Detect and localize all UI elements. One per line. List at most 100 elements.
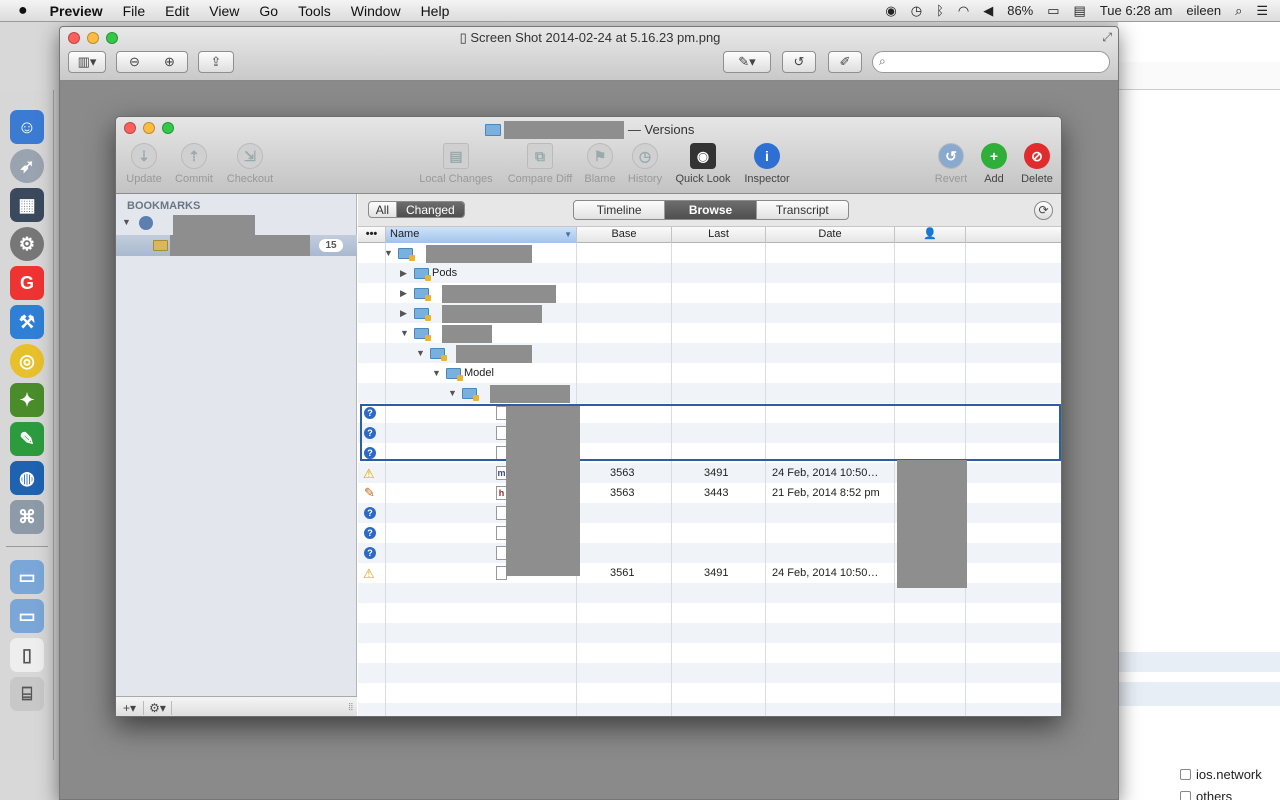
spotlight-icon[interactable]: ⌕	[1228, 3, 1249, 19]
time-machine-icon[interactable]: ◷	[904, 3, 929, 19]
edit-button[interactable]: ✐	[828, 51, 862, 73]
system-preferences-icon[interactable]: ⚙	[10, 227, 44, 261]
zoom-in-icon[interactable]: ⊕	[164, 54, 175, 70]
gear-icon[interactable]: ⚙▾	[144, 700, 172, 715]
checkbox-icon[interactable]	[1180, 791, 1191, 800]
folder-icon[interactable]: ▭	[10, 560, 44, 594]
author-column-header[interactable]: 👤	[895, 227, 966, 243]
folder-icon	[430, 348, 447, 361]
local-changes-button[interactable]: ▤ Local Changes	[416, 143, 496, 185]
versions-app-icon[interactable]: ✦	[10, 383, 44, 417]
name-column-header[interactable]: Name ▼	[386, 227, 577, 243]
annotate-button[interactable]: ✎▾	[723, 51, 771, 73]
volume-icon[interactable]: ◀	[976, 3, 1000, 19]
add-bookmark-button[interactable]: +▾	[116, 700, 144, 715]
quick-look-button[interactable]: ◉ Quick Look	[669, 143, 737, 185]
folder-icon[interactable]: ▭	[10, 599, 44, 633]
checkbox-icon[interactable]	[1180, 769, 1191, 780]
chrome-icon[interactable]: ◎	[10, 344, 44, 378]
disclosure-triangle-icon[interactable]: ▼	[400, 323, 409, 343]
folder-icon	[398, 248, 415, 261]
checkout-button[interactable]: ⇲ Checkout	[220, 143, 280, 185]
disclosure-triangle-icon[interactable]: ▶	[400, 303, 407, 323]
refresh-icon[interactable]: ⟳	[1034, 201, 1053, 220]
background-toolbar	[1118, 62, 1280, 90]
actions-column-header[interactable]: •••	[358, 227, 386, 243]
table-row[interactable]: ▼	[358, 243, 1061, 263]
notification-center-icon[interactable]: ☰	[1249, 3, 1280, 19]
tab-timeline[interactable]: Timeline	[574, 201, 666, 219]
table-row[interactable]: ▶	[358, 283, 1061, 303]
history-button[interactable]: ◷ History	[619, 143, 671, 185]
menu-go[interactable]: Go	[249, 3, 288, 19]
tab-browse[interactable]: Browse	[665, 201, 757, 219]
photos-app-icon[interactable]: ⌘	[10, 500, 44, 534]
table-row[interactable]: ▶ Pods	[358, 263, 1061, 283]
launchpad-icon[interactable]: ➶	[10, 149, 44, 183]
finder-icon[interactable]: ☺	[10, 110, 44, 144]
preview-app-icon[interactable]: ◍	[10, 461, 44, 495]
tab-transcript[interactable]: Transcript	[757, 201, 848, 219]
mission-control-icon[interactable]: ▦	[10, 188, 44, 222]
resize-handle[interactable]: ⦙⦙	[349, 702, 353, 713]
share-button[interactable]: ⇪	[198, 51, 234, 73]
user-name[interactable]: eileen	[1179, 3, 1228, 18]
menu-file[interactable]: File	[113, 3, 156, 19]
trash-icon[interactable]: ⌸	[10, 677, 44, 711]
app-g-icon[interactable]: G	[10, 266, 44, 300]
table-row[interactable]: ?	[358, 423, 1061, 443]
filter-changed[interactable]: Changed	[396, 202, 464, 217]
app-menu[interactable]: Preview	[40, 3, 113, 19]
disclosure-triangle-icon[interactable]: ▶	[400, 283, 407, 303]
compare-diff-icon: ⧉	[527, 143, 553, 169]
disclosure-triangle-icon[interactable]: ▼	[122, 217, 131, 227]
sidebar-toggle-button[interactable]: ▥▾	[68, 51, 106, 73]
table-row[interactable]: ?	[358, 403, 1061, 423]
base-column-header[interactable]: Base	[577, 227, 672, 243]
table-row[interactable]: ▼	[358, 343, 1061, 363]
fullscreen-icon[interactable]: ⤢	[1102, 30, 1112, 45]
clock[interactable]: Tue 6:28 am	[1093, 3, 1180, 18]
menu-window[interactable]: Window	[341, 3, 411, 19]
gear-label: ⚙	[149, 700, 160, 715]
table-row[interactable]: ▼	[358, 323, 1061, 343]
table-row[interactable]: ▶	[358, 303, 1061, 323]
disclosure-triangle-icon[interactable]: ▶	[400, 263, 407, 283]
table-row[interactable]: ▼	[358, 383, 1061, 403]
delete-button[interactable]: ⊘ Delete	[1010, 143, 1061, 185]
flag-icon[interactable]: ▤	[1067, 3, 1093, 19]
zoom-out-icon[interactable]: ⊖	[129, 54, 140, 70]
ios-network-option[interactable]: ios.network	[1180, 767, 1262, 782]
repository-icon	[139, 216, 153, 230]
view-segmented-control[interactable]: Timeline Browse Transcript	[573, 200, 849, 220]
menu-tools[interactable]: Tools	[288, 3, 341, 19]
battery-icon[interactable]: ▭	[1040, 3, 1066, 19]
commit-button[interactable]: ⇡ Commit	[164, 143, 224, 185]
battery-percent[interactable]: 86%	[1000, 3, 1040, 18]
zoom-controls[interactable]: ⊖ ⊕	[116, 51, 188, 73]
bluetooth-icon[interactable]: ᛒ	[929, 3, 951, 18]
date-column-header[interactable]: Date	[766, 227, 895, 243]
document-icon[interactable]: ▯	[10, 638, 44, 672]
xcode-icon[interactable]: ⚒	[10, 305, 44, 339]
evernote-status-icon[interactable]: ◉	[878, 3, 903, 19]
filter-segmented-control[interactable]: All Changed	[368, 201, 465, 218]
menu-view[interactable]: View	[199, 3, 249, 19]
filter-all[interactable]: All	[369, 202, 397, 217]
others-option[interactable]: others	[1180, 789, 1232, 800]
bookmark-item-selected[interactable]: 15	[116, 235, 357, 256]
menu-edit[interactable]: Edit	[155, 3, 199, 19]
compare-diff-button[interactable]: ⧉ Compare Diff	[500, 143, 580, 185]
last-column-header[interactable]: Last	[672, 227, 766, 243]
evernote-icon[interactable]: ✎	[10, 422, 44, 456]
disclosure-triangle-icon[interactable]: ▼	[416, 343, 425, 363]
apple-menu-icon[interactable]: ●	[0, 2, 40, 20]
menu-help[interactable]: Help	[411, 3, 460, 19]
rotate-button[interactable]: ↺	[782, 51, 816, 73]
search-input[interactable]	[872, 51, 1110, 73]
inspector-button[interactable]: i Inspector	[736, 143, 798, 185]
wifi-icon[interactable]: ◠	[951, 3, 976, 19]
disclosure-triangle-icon[interactable]: ▼	[432, 363, 441, 383]
disclosure-triangle-icon[interactable]: ▼	[448, 383, 457, 403]
table-row[interactable]: ▼ Model	[358, 363, 1061, 383]
